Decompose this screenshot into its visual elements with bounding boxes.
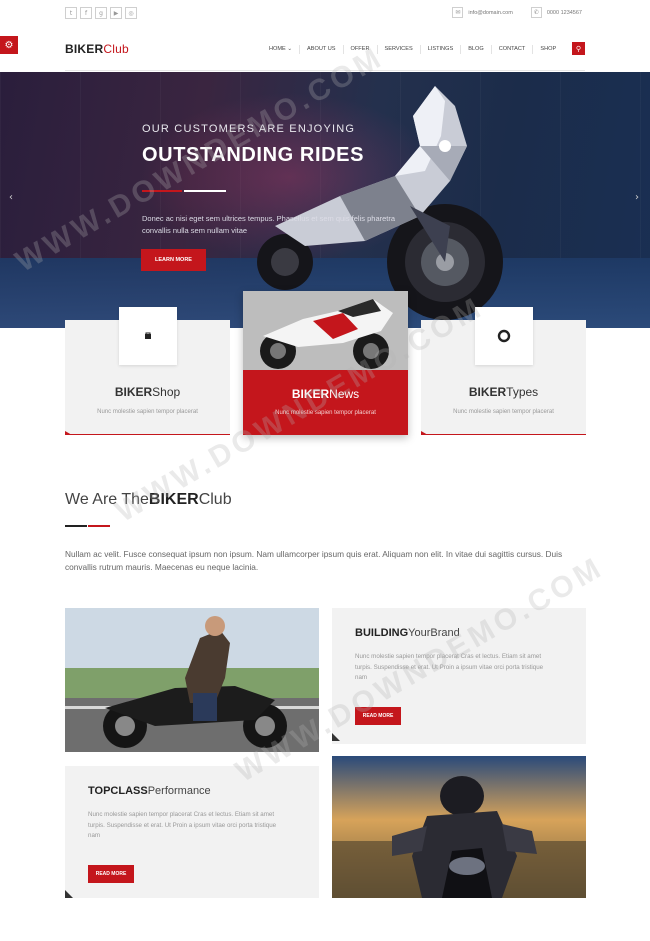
- card-title: BIKERShop: [114, 385, 181, 399]
- site-logo[interactable]: BIKERClub: [65, 42, 129, 56]
- hero-motorcycle-image: [257, 86, 503, 320]
- tire-icon: [497, 329, 511, 343]
- main-nav: HOME ⌄ ABOUT US OFFER SERVICES LISTINGS …: [262, 45, 563, 54]
- contact-info: ✉ info@domain.com ✆ 0000 1234567: [452, 7, 582, 18]
- nav-item-listings[interactable]: LISTINGS: [419, 45, 461, 54]
- phone-number: 0000 1234567: [546, 9, 582, 16]
- hero-description: Donec ac nisi eget sem ultrices tempus. …: [142, 214, 396, 235]
- block-title: TOPCLASSPerformance: [88, 785, 211, 797]
- instagram-icon[interactable]: ◎: [125, 7, 137, 19]
- slider-prev-arrow-icon[interactable]: ‹: [9, 192, 13, 203]
- youtube-icon[interactable]: ▶: [110, 7, 122, 19]
- rider-cruiser-image: [65, 608, 319, 752]
- card-subtitle: Nunc molestie sapien tempor placerat: [97, 409, 198, 415]
- card-biker-shop[interactable]: BIKERShop Nunc molestie sapien tempor pl…: [65, 307, 230, 435]
- read-more-button[interactable]: READ MORE: [88, 865, 134, 883]
- settings-gear-icon[interactable]: ⚙: [0, 36, 18, 54]
- card-title: BIKERNews: [291, 387, 360, 401]
- card-subtitle: Nunc molestie sapien tempor placerat: [453, 409, 554, 415]
- shop-icon-box: [119, 307, 177, 365]
- top-bar: t f g ▶ ◎ ✉ info@domain.com ✆ 0000 12345…: [0, 0, 650, 28]
- nav-item-home[interactable]: HOME ⌄: [262, 45, 299, 54]
- about-heading: We Are TheBIKERClub: [65, 491, 232, 508]
- learn-more-button[interactable]: LEARN MORE: [141, 249, 206, 271]
- logo-bold: BIKER: [65, 42, 104, 56]
- hero-slider: OUR CUSTOMERS ARE ENJOYING OUTSTANDING R…: [0, 72, 650, 328]
- block-text: Nunc molestie sapien tempor placerat Cra…: [88, 811, 277, 839]
- nav-item-blog[interactable]: BLOG: [460, 45, 491, 54]
- card-biker-types[interactable]: BIKERTypes Nunc molestie sapien tempor p…: [421, 307, 586, 435]
- nav-item-services[interactable]: SERVICES: [376, 45, 420, 54]
- header-divider: [65, 70, 585, 71]
- nav-item-about-us[interactable]: ABOUT US: [299, 45, 343, 54]
- read-more-button[interactable]: READ MORE: [355, 707, 401, 725]
- racer-sportbike-image: [332, 756, 586, 898]
- slider-next-arrow-icon[interactable]: ›: [635, 192, 639, 203]
- hero-tagline: OUR CUSTOMERS ARE ENJOYING: [142, 123, 356, 135]
- about-paragraph: Nullam ac velit. Fusce consequat ipsum n…: [65, 549, 563, 572]
- logo-light: Club: [103, 42, 129, 56]
- card-biker-news[interactable]: BIKERNews Nunc molestie sapien tempor pl…: [243, 291, 408, 435]
- nav-item-shop[interactable]: SHOP: [532, 45, 563, 54]
- types-icon-box: [475, 307, 533, 365]
- card-subtitle: Nunc molestie sapien tempor placerat: [275, 410, 376, 416]
- social-links: t f g ▶ ◎: [65, 7, 137, 19]
- block-text: Nunc molestie sapien tempor placerat Cra…: [355, 653, 544, 681]
- envelope-icon: ✉: [452, 7, 464, 18]
- google-plus-icon[interactable]: g: [95, 7, 107, 19]
- twitter-icon[interactable]: t: [65, 7, 77, 19]
- shop-icon: [145, 332, 151, 339]
- search-icon[interactable]: ⚲: [572, 42, 585, 55]
- block-title: BUILDINGYourBrand: [355, 627, 460, 639]
- building-brand-block: BUILDINGYourBrand Nunc molestie sapien t…: [332, 608, 586, 744]
- email-link[interactable]: info@domain.com: [468, 10, 512, 16]
- topclass-performance-block: TOPCLASSPerformance Nunc molestie sapien…: [65, 766, 319, 898]
- news-motorcycle-image: [243, 291, 408, 370]
- card-title: BIKERTypes: [468, 385, 539, 399]
- facebook-icon[interactable]: f: [80, 7, 92, 19]
- hero-title: OUTSTANDING RIDES: [142, 144, 365, 166]
- nav-item-contact[interactable]: CONTACT: [490, 45, 533, 54]
- phone-icon: ✆: [530, 7, 542, 18]
- nav-item-offer[interactable]: OFFER: [342, 45, 377, 54]
